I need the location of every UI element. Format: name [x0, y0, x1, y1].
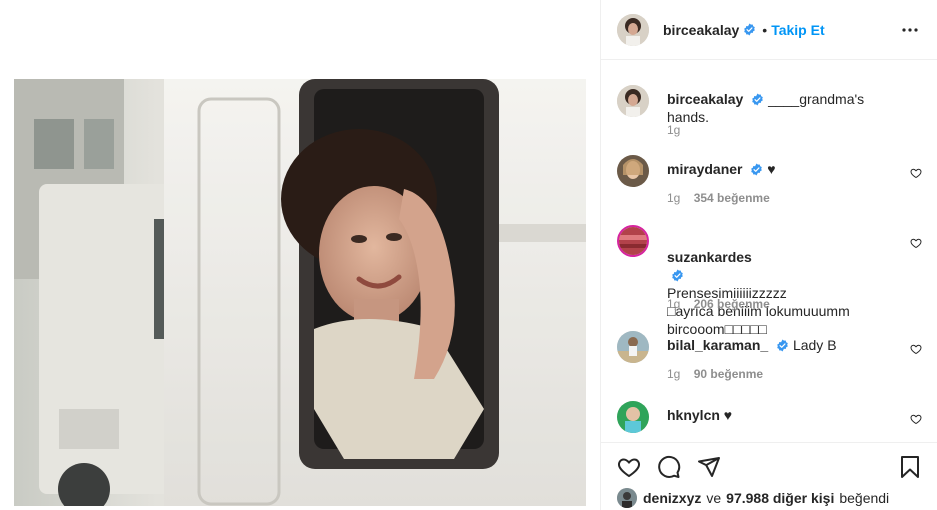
comment-item: suzankardes Prensesimiiiiiizzzzz □ayrıca…	[617, 225, 922, 337]
verified-badge-icon	[777, 339, 788, 352]
comment-meta: 1g 354 beğenme	[667, 191, 770, 205]
commenter-avatar-image	[617, 401, 649, 433]
post-side-panel: birceakalay • Takip Et birceakalay ____g…	[600, 0, 937, 510]
comment-text: Prensesimiiiiiizzzzz □ayrıca beniiim lok…	[667, 285, 850, 337]
comment-body: birceakalay ____grandma's hands.	[667, 90, 897, 126]
comment-body: hknylcn ♥	[667, 406, 897, 424]
comment-avatar[interactable]	[617, 331, 649, 363]
comment-item: hknylcn ♥	[617, 401, 922, 441]
like-heart-icon[interactable]	[617, 455, 641, 479]
liked-by-others-count[interactable]: 97.988 diğer kişi	[726, 490, 834, 506]
verified-badge-icon	[752, 93, 763, 106]
caption-item: birceakalay ____grandma's hands. 1g	[617, 85, 922, 145]
like-comment-heart-icon[interactable]	[910, 343, 922, 355]
comment-text: ♥	[767, 161, 776, 177]
comment-time[interactable]: 1g	[667, 367, 680, 381]
comment-username[interactable]: birceakalay	[667, 91, 743, 107]
comment-item: bilal_karaman_ Lady B 1g 90 beğenme	[617, 331, 922, 391]
commenter-avatar-image	[617, 85, 649, 117]
liked-by-connector: ve	[706, 490, 722, 506]
comment-meta: 1g 90 beğenme	[667, 367, 763, 381]
commenter-avatar-image	[619, 227, 647, 255]
comment-likes[interactable]: 354 beğenme	[694, 191, 770, 205]
like-comment-heart-icon[interactable]	[910, 413, 922, 425]
verified-badge-icon	[672, 269, 683, 282]
comment-time[interactable]: 1g	[667, 191, 680, 205]
comment-avatar[interactable]	[617, 225, 649, 257]
liked-by-first-user[interactable]: denizxyz	[643, 490, 701, 506]
post-header: birceakalay • Takip Et	[601, 0, 937, 60]
comment-meta: 1g 206 beğenme	[667, 297, 770, 311]
liker-avatar[interactable]	[617, 488, 637, 508]
comment-time[interactable]: 1g	[667, 297, 680, 311]
comment-username[interactable]: bilal_karaman_	[667, 337, 768, 353]
verified-badge-icon	[744, 23, 756, 36]
comment-bubble-icon[interactable]	[657, 455, 681, 479]
liker-avatar-image	[617, 488, 637, 508]
author-username[interactable]: birceakalay	[663, 22, 739, 38]
comments-list[interactable]: birceakalay ____grandma's hands. 1g mira…	[601, 61, 937, 441]
comment-username[interactable]: hknylcn	[667, 407, 720, 423]
comment-text: ♥	[723, 407, 733, 423]
follow-button[interactable]: Takip Et	[771, 22, 824, 38]
comment-text: Lady B	[792, 337, 837, 353]
liked-by-summary: denizxyz ve 97.988 diğer kişi beğendi	[617, 488, 889, 508]
comment-body: miraydaner ♥	[667, 160, 897, 178]
comment-avatar[interactable]	[617, 401, 649, 433]
liked-by-suffix: beğendi	[839, 490, 890, 506]
comment-username[interactable]: miraydaner	[667, 161, 742, 177]
save-bookmark-icon[interactable]	[898, 455, 922, 479]
comment-item: miraydaner ♥ 1g 354 beğenme	[617, 155, 922, 215]
follow-separator-dot: •	[762, 21, 768, 38]
instagram-post-page: birceakalay • Takip Et birceakalay ____g…	[0, 0, 937, 510]
like-comment-heart-icon[interactable]	[910, 237, 922, 249]
post-photo-image	[14, 79, 586, 506]
share-send-icon[interactable]	[697, 455, 721, 479]
post-photo[interactable]	[14, 79, 586, 506]
more-options-button[interactable]	[898, 18, 922, 42]
comment-likes[interactable]: 90 beğenme	[694, 367, 763, 381]
more-horizontal-icon	[902, 28, 918, 32]
comment-meta: 1g	[667, 123, 680, 137]
post-media-area	[0, 0, 600, 510]
comment-body: bilal_karaman_ Lady B	[667, 336, 897, 354]
comment-avatar[interactable]	[617, 85, 649, 117]
commenter-avatar-image	[617, 331, 649, 363]
author-avatar[interactable]	[617, 13, 649, 46]
like-comment-heart-icon[interactable]	[910, 167, 922, 179]
comment-likes[interactable]: 206 beğenme	[694, 297, 770, 311]
commenter-avatar-image	[617, 155, 649, 187]
verified-badge-icon	[751, 163, 763, 176]
comment-time[interactable]: 1g	[667, 123, 680, 137]
author-avatar-image	[617, 13, 649, 46]
comment-avatar[interactable]	[617, 155, 649, 187]
comment-body: suzankardes Prensesimiiiiiizzzzz □ayrıca…	[667, 230, 897, 338]
comment-username[interactable]: suzankardes	[667, 249, 752, 265]
